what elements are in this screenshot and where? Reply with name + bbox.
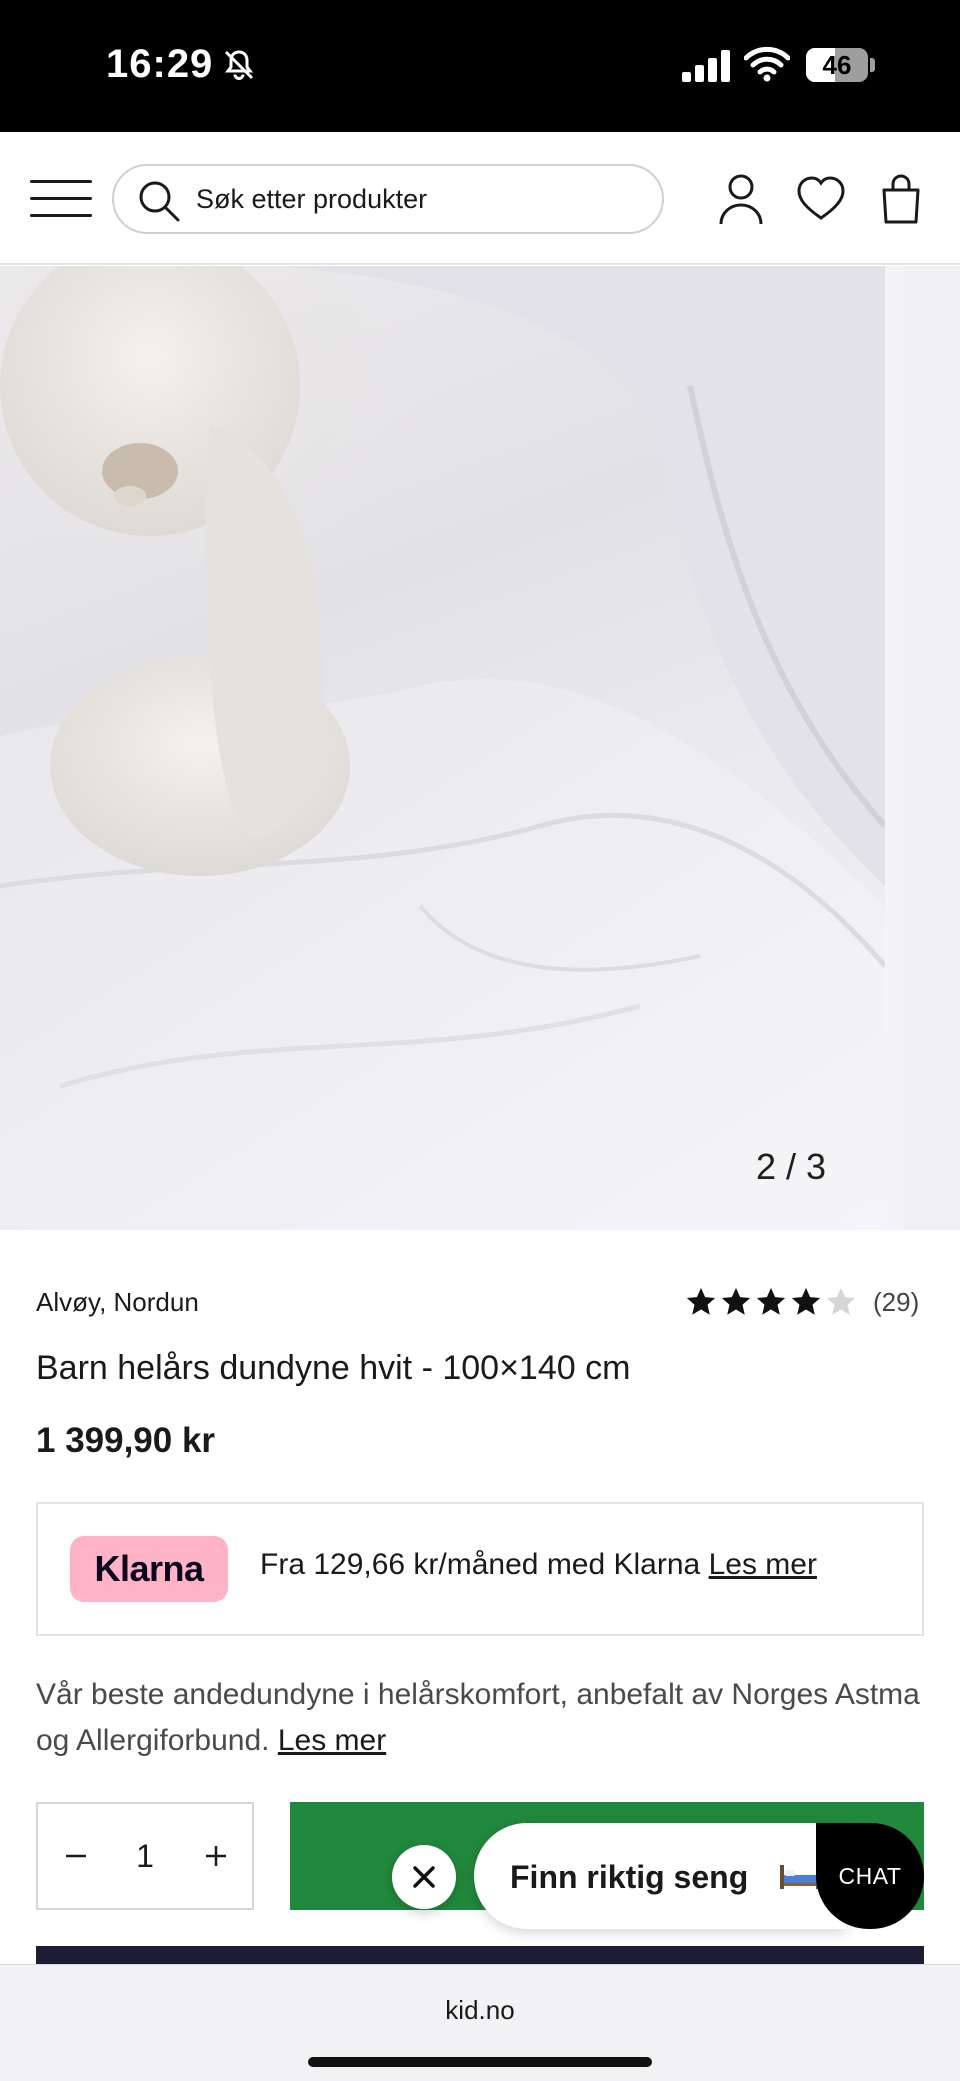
- home-indicator: [308, 2057, 652, 2067]
- product-image[interactable]: 2 / 3: [0, 266, 885, 1230]
- klarna-text: Fra 129,66 kr/måned med Klarna: [260, 1548, 701, 1581]
- product-title: Barn helårs dundyne hvit - 100×140 cm: [36, 1349, 631, 1387]
- bell-slash-icon: [224, 50, 254, 80]
- secondary-action-button[interactable]: [36, 1946, 924, 1966]
- star-empty-icon: [826, 1287, 856, 1315]
- gallery-pager: 2 / 3: [756, 1146, 827, 1187]
- battery-tip: [870, 58, 875, 72]
- minus-icon[interactable]: [48, 1828, 104, 1884]
- product-brand[interactable]: Alvøy, Nordun: [36, 1287, 199, 1318]
- chat-prompt-bubble[interactable]: Finn riktig seng: [474, 1823, 846, 1929]
- product-gallery[interactable]: 2 / 3: [0, 266, 960, 1230]
- star-filled-icon: [721, 1287, 751, 1315]
- product-price: 1 399,90 kr: [36, 1421, 216, 1460]
- next-slide-peek[interactable]: [904, 266, 960, 1230]
- browser-url[interactable]: kid.no: [0, 1995, 960, 2026]
- klarna-installment-text: Fra 129,66 kr/måned med Klarna Les mer: [260, 1548, 817, 1582]
- search-bar[interactable]: [112, 164, 664, 234]
- klarna-read-more-link[interactable]: Les mer: [709, 1548, 817, 1581]
- description-read-more-link[interactable]: Les mer: [278, 1724, 386, 1757]
- heart-icon[interactable]: [796, 172, 846, 226]
- search-icon: [139, 181, 180, 222]
- user-icon[interactable]: [716, 172, 766, 226]
- close-icon: [413, 1866, 435, 1888]
- close-chat-prompt-button[interactable]: [392, 1845, 456, 1909]
- wifi-icon: [744, 46, 790, 82]
- bunny-on-duvet-photo: [0, 266, 885, 1230]
- klarna-banner: Klarna Fra 129,66 kr/måned med Klarna Le…: [36, 1502, 924, 1636]
- chat-prompt-text: Finn riktig seng: [510, 1859, 749, 1895]
- signal-icon: [682, 50, 730, 82]
- product-rating[interactable]: (29): [684, 1284, 919, 1320]
- battery-icon: 46: [806, 48, 868, 82]
- star-filled-icon: [756, 1287, 786, 1315]
- product-description: Vår beste andedundyne i helårskomfort, a…: [36, 1672, 926, 1764]
- quantity-input[interactable]: [110, 1804, 180, 1908]
- plus-icon[interactable]: [188, 1828, 244, 1884]
- site-header: [0, 132, 960, 265]
- battery-percent: 46: [822, 50, 852, 80]
- status-time: 16:29: [106, 42, 214, 86]
- klarna-logo: Klarna: [70, 1536, 228, 1602]
- chat-button[interactable]: CHAT: [816, 1823, 924, 1929]
- search-input[interactable]: [196, 166, 646, 232]
- menu-icon[interactable]: [30, 174, 96, 224]
- bag-icon[interactable]: [876, 172, 926, 226]
- quantity-stepper: [36, 1802, 254, 1910]
- status-bar: 16:29 46: [0, 0, 960, 132]
- star-filled-icon: [686, 1287, 716, 1315]
- description-text: Vår beste andedundyne i helårskomfort, a…: [36, 1678, 920, 1757]
- star-filled-icon: [791, 1287, 821, 1315]
- rating-count: (29): [873, 1286, 920, 1317]
- rating-stars: [684, 1285, 859, 1319]
- browser-url-bar[interactable]: kid.no: [0, 1964, 960, 2081]
